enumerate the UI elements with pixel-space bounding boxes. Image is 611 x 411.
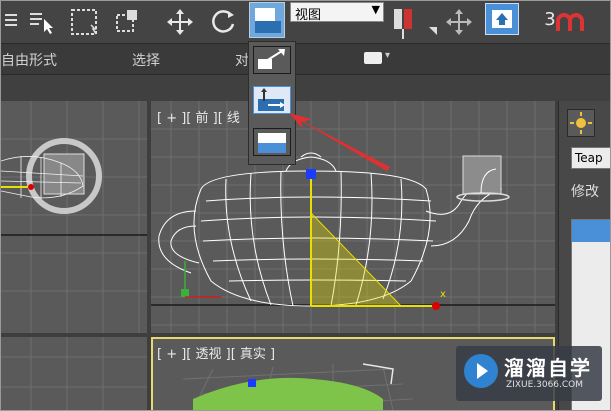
max-window: 视图 ▼ 3 自由形式 选择 对 ▾ x [+][前][线 [+]…	[0, 0, 611, 411]
watermark: 溜溜自学 ZIXUE.3066.COM	[456, 346, 602, 401]
watermark-logo-icon	[464, 354, 498, 388]
watermark-title: 溜溜自学	[504, 356, 592, 380]
watermark-url: ZIXUE.3066.COM	[506, 380, 584, 390]
